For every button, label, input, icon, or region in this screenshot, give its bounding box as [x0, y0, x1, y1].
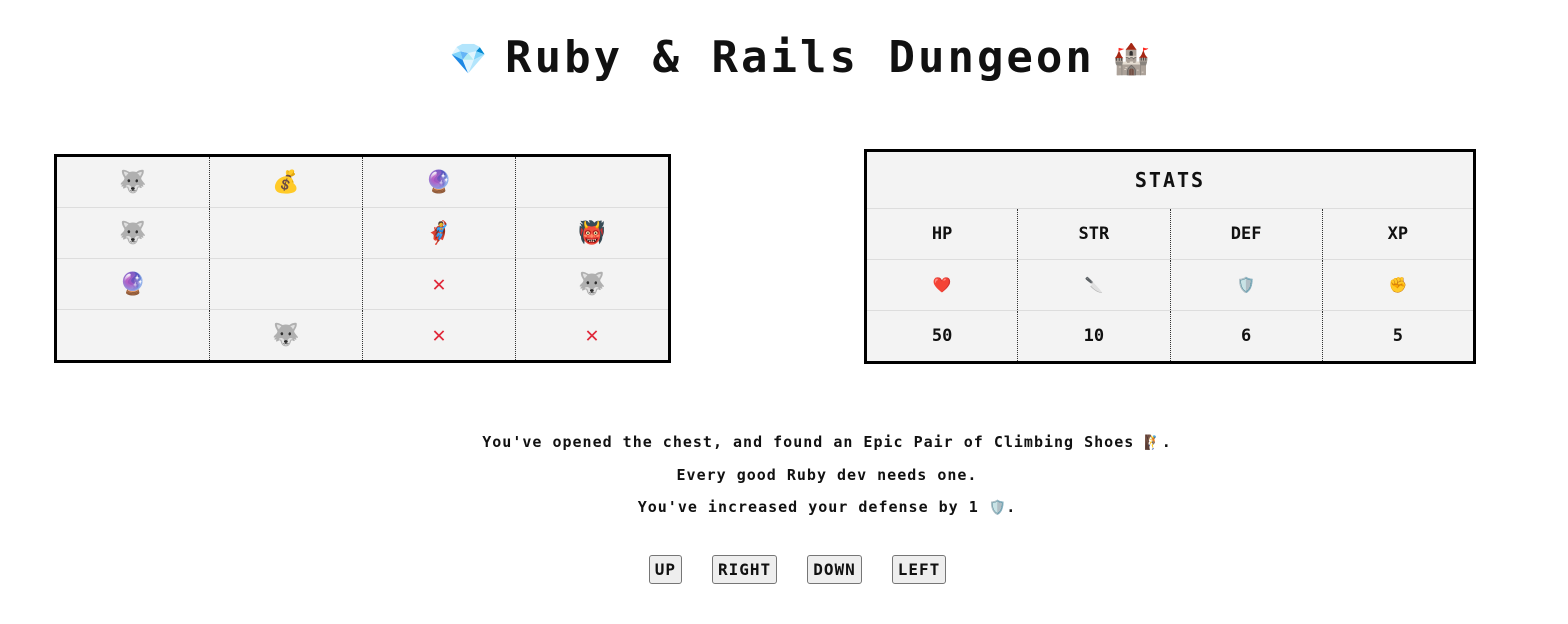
- grid-row: 🐺 ✕ ✕: [55, 309, 670, 362]
- gem-icon: 💎: [449, 42, 488, 77]
- stats-title: STATS: [865, 150, 1475, 209]
- wolf-icon: 🐺: [209, 309, 363, 362]
- right-button[interactable]: RIGHT: [712, 555, 778, 584]
- message-line-3-text: You've increased your defense by 1: [637, 498, 979, 516]
- visited-x-icon: ✕: [362, 258, 516, 310]
- stat-label-str: STR: [1017, 208, 1171, 260]
- movement-controls: UP RIGHT DOWN LEFT: [0, 555, 1568, 584]
- grid-row: 🔮 ✕ 🐺: [55, 258, 670, 310]
- visited-x-icon: ✕: [362, 309, 516, 362]
- grid-cell-empty: [55, 309, 210, 362]
- message-line-1-end: .: [1161, 433, 1172, 451]
- wolf-icon: 🐺: [515, 258, 670, 310]
- stat-value-str: 10: [1017, 310, 1171, 363]
- climbing-shoe-icon: 🧗: [1144, 435, 1162, 451]
- fist-icon: ✊: [1322, 259, 1475, 311]
- event-message: You've opened the chest, and found an Ep…: [0, 426, 1568, 524]
- grid-cell-empty: [209, 258, 363, 310]
- stat-value-xp: 5: [1392, 326, 1403, 346]
- grid-cell-empty: [209, 207, 363, 259]
- stat-value-hp: 50: [865, 310, 1019, 363]
- castle-icon: 🏰: [1112, 42, 1151, 77]
- grid-row: 🐺 💰 🔮: [55, 155, 670, 208]
- left-button[interactable]: LEFT: [891, 555, 947, 584]
- message-line-1-text: You've opened the chest, and found an Ep…: [482, 433, 1135, 451]
- crystal-ball-icon: 🔮: [362, 155, 516, 208]
- page-title: 💎 Ruby & Rails Dungeon 🏰: [0, 30, 1568, 88]
- crystal-ball-icon: 🔮: [55, 258, 210, 310]
- money-bag-icon: 💰: [209, 155, 363, 208]
- shield-icon: 🛡️: [988, 500, 1007, 516]
- stat-value-def: 6: [1170, 310, 1323, 363]
- up-button[interactable]: UP: [648, 555, 683, 584]
- down-button[interactable]: DOWN: [807, 555, 862, 584]
- wolf-icon: 🐺: [55, 155, 210, 208]
- stat-label-def: DEF: [1170, 208, 1323, 260]
- grid-row: 🐺 🦸 👹: [55, 207, 670, 259]
- knife-icon: 🔪: [1017, 259, 1171, 311]
- message-line-1: You've opened the chest, and found an Ep…: [0, 426, 1568, 459]
- grid-cell-empty: [515, 155, 670, 208]
- heart-icon: ❤️: [865, 259, 1019, 311]
- title-text: Ruby & Rails Dungeon: [505, 32, 1095, 83]
- shield-icon: 🛡️: [1170, 259, 1323, 311]
- visited-x-icon: ✕: [585, 322, 599, 348]
- stat-label-xp: XP: [1322, 208, 1475, 260]
- stat-label-hp: HP: [865, 208, 1019, 260]
- message-line-3: You've increased your defense by 1 🛡️.: [0, 491, 1568, 524]
- stats-table: STATS HP STR DEF XP ❤️ 🔪 🛡️ ✊ 50 10 6 5: [864, 149, 1476, 364]
- wolf-icon: 🐺: [55, 207, 210, 259]
- message-line-3-end: .: [1006, 498, 1017, 516]
- player-icon: 🦸: [362, 207, 516, 259]
- dungeon-grid: 🐺 💰 🔮 🐺 🦸 👹 🔮 ✕ 🐺 🐺 ✕ ✕: [54, 154, 671, 363]
- message-line-2: Every good Ruby dev needs one.: [676, 466, 978, 484]
- ogre-icon: 👹: [515, 207, 670, 259]
